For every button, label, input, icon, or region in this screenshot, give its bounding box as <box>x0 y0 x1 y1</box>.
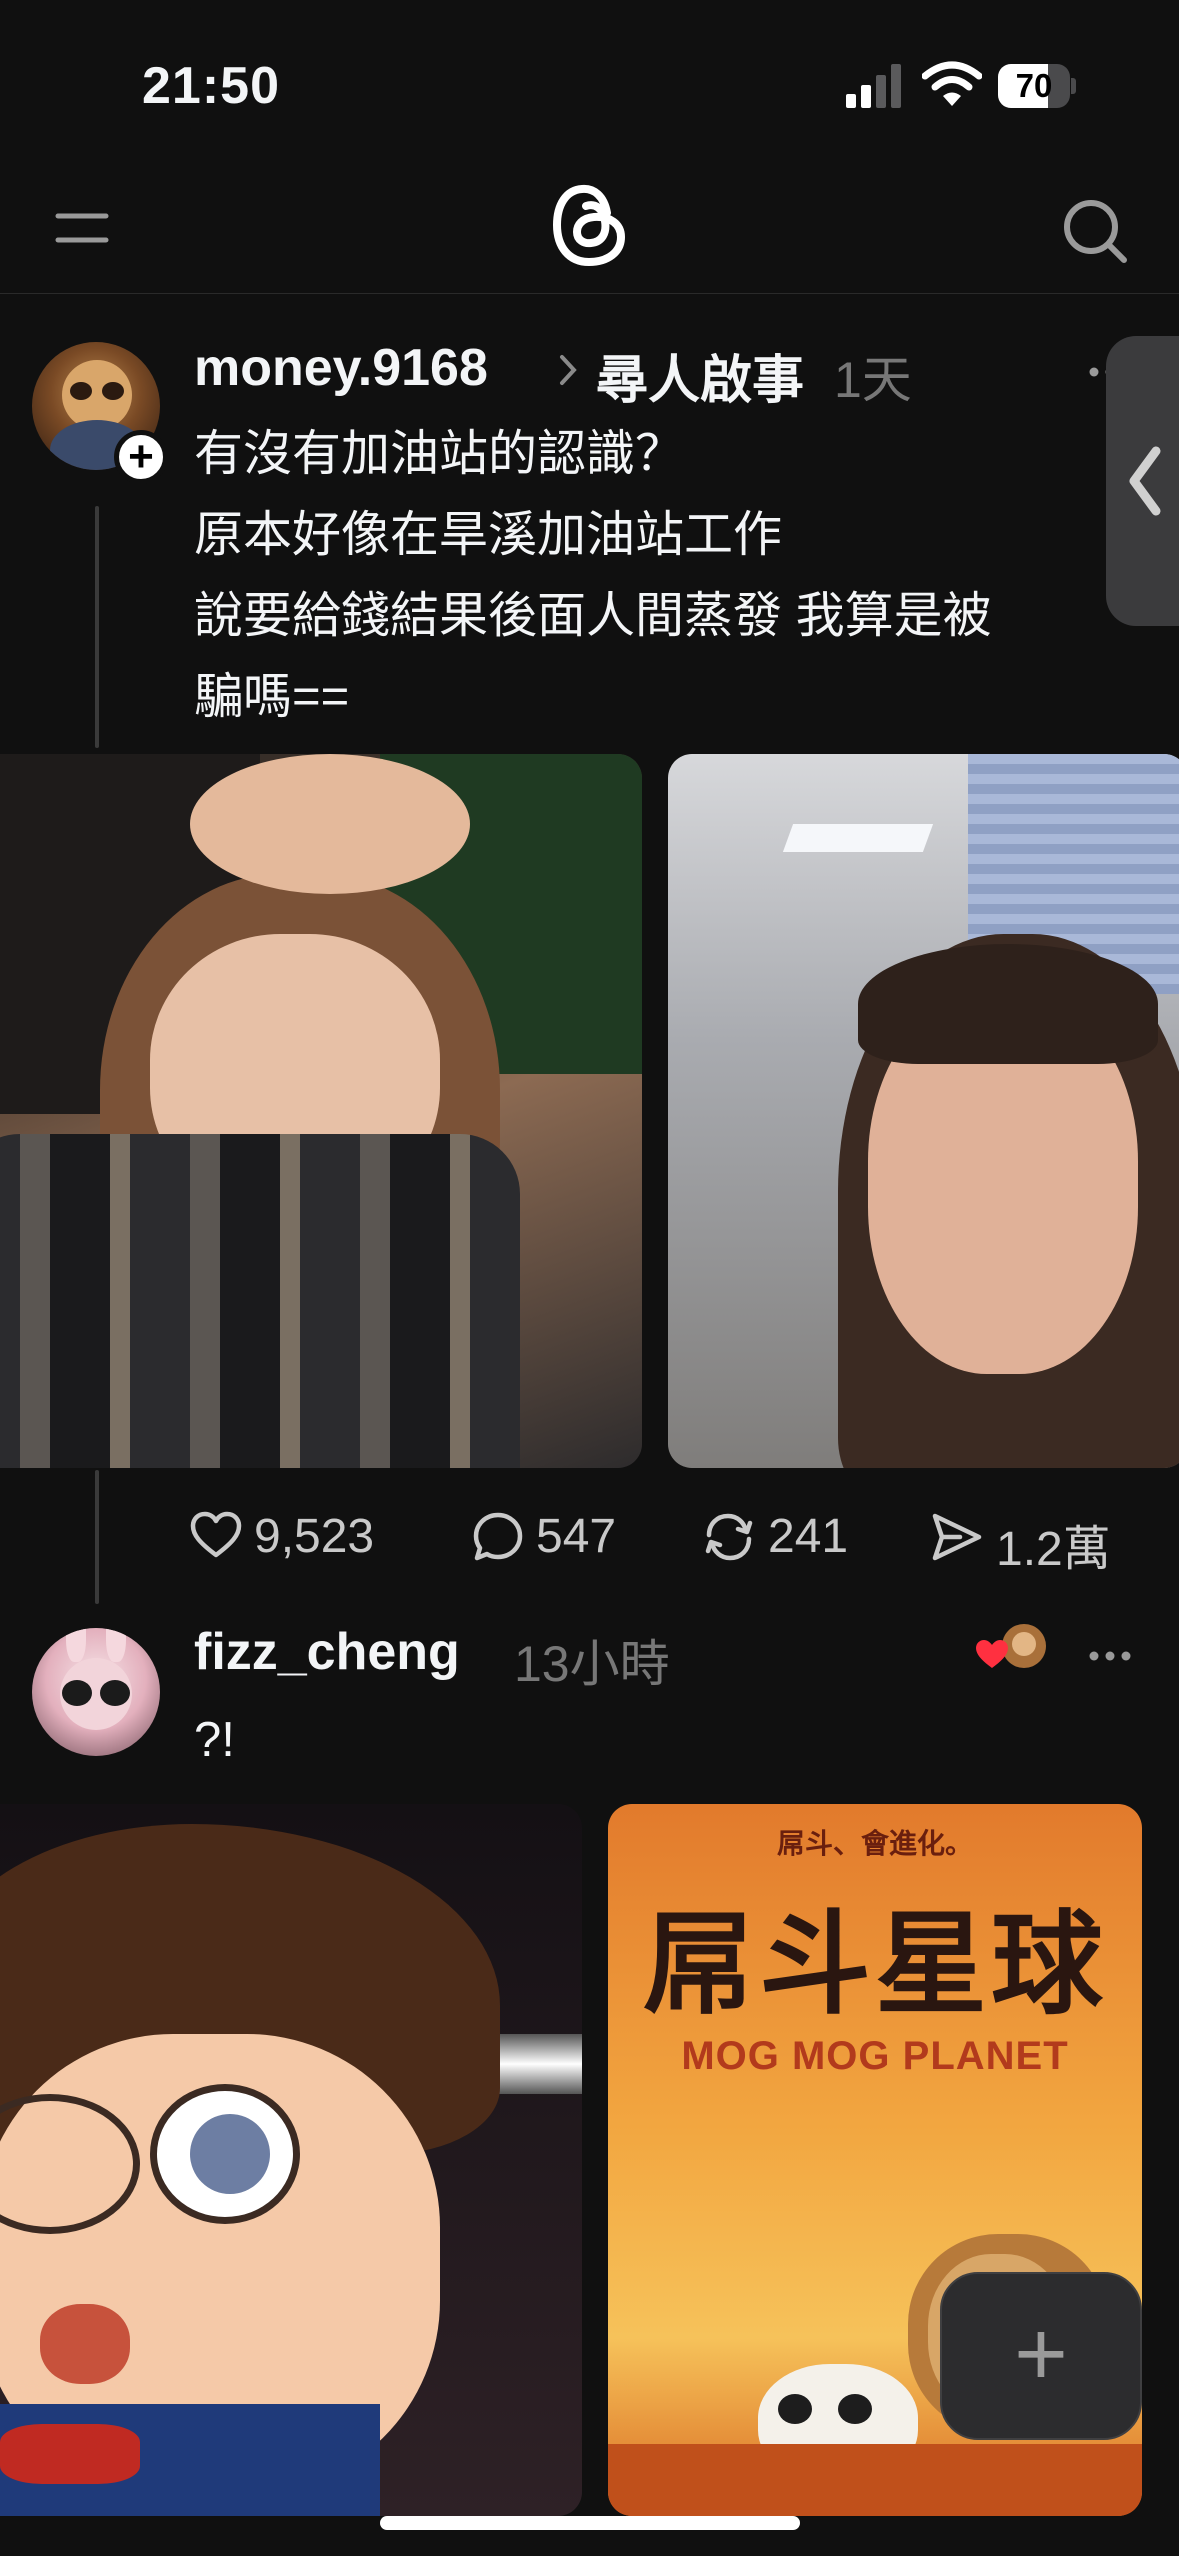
post-text-line: 有沒有加油站的認識？ <box>194 427 685 481</box>
avatar[interactable] <box>32 1628 160 1756</box>
topic-tag[interactable]: 尋人啟事 <box>596 338 804 413</box>
search-icon[interactable] <box>1060 196 1130 266</box>
like-count: 9,523 <box>254 1510 375 1563</box>
post-image[interactable] <box>0 1804 582 2516</box>
username[interactable]: fizz_cheng <box>194 1622 460 1682</box>
post-time: 1天 <box>834 352 912 408</box>
status-time: 21:50 <box>142 57 280 115</box>
post-photo[interactable] <box>0 754 642 1468</box>
comment-icon <box>473 1512 523 1561</box>
reply-count: 547 <box>536 1510 617 1563</box>
home-indicator[interactable] <box>380 2516 800 2530</box>
poster-english-title: MOG MOG PLANET <box>681 2034 1069 2078</box>
post-text-line: 原本好像在旱溪加油站工作 <box>194 508 783 562</box>
chevron-left-icon <box>1129 446 1161 516</box>
post-text: ?! <box>194 1713 235 1767</box>
poster-title: 屌斗星球 <box>643 1902 1107 2027</box>
chevron-right-icon <box>560 355 577 385</box>
cellular-signal-icon <box>846 64 901 108</box>
more-options-icon[interactable] <box>1088 1650 1132 1662</box>
liked-by-badge[interactable] <box>972 1622 1052 1678</box>
repost-icon <box>705 1513 753 1561</box>
poster-subtitle: 屌斗、會進化。 <box>776 1828 973 1859</box>
battery-indicator: 70 <box>998 64 1076 108</box>
top-nav <box>0 170 1179 294</box>
post-text-line: 說要給錢結果後面人間蒸發 我算是被 <box>194 589 992 643</box>
battery-level-text: 70 <box>1015 67 1053 104</box>
username[interactable]: money.9168 <box>194 338 488 398</box>
post-time: 13小時 <box>514 1636 670 1692</box>
threads-logo-icon[interactable] <box>552 182 628 268</box>
menu-icon[interactable] <box>54 200 110 256</box>
post-photo[interactable] <box>668 754 1179 1468</box>
compose-button[interactable]: + <box>940 2272 1142 2440</box>
thread-line <box>95 506 99 748</box>
plus-icon: + <box>1014 2303 1068 2405</box>
post-text-line: 騙嗎== <box>194 670 350 724</box>
share-count: 1.2萬 <box>996 1523 1111 1576</box>
status-bar: 21:50 70 <box>0 0 1179 170</box>
liked-heart-icon <box>976 1624 1046 1668</box>
thread-line <box>95 1470 99 1604</box>
heart-icon <box>190 1511 242 1558</box>
follow-button[interactable]: + <box>114 430 168 484</box>
side-panel-handle[interactable] <box>1106 336 1179 626</box>
wifi-icon <box>922 61 982 106</box>
repost-count: 241 <box>768 1510 849 1563</box>
share-icon <box>932 1513 982 1561</box>
